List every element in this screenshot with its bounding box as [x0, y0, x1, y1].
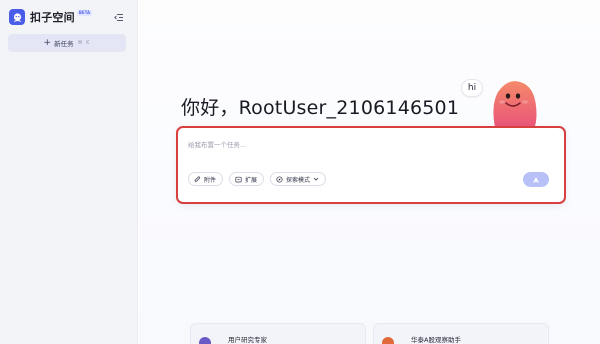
extend-button[interactable]: 扩展 — [229, 172, 265, 186]
plus-icon: + — [43, 37, 52, 48]
explore-mode-icon — [276, 175, 283, 183]
attach-button[interactable]: 附件 — [188, 172, 224, 186]
agent-title: 华泰A股观察助手 — [411, 336, 461, 344]
extension-icon — [235, 176, 242, 182]
app-logo-icon — [9, 9, 25, 25]
mode-select[interactable]: 探索模式 — [270, 172, 327, 186]
extend-label: 扩展 — [245, 176, 258, 184]
new-task-label: 新任务 — [54, 40, 74, 48]
attach-label: 附件 — [204, 176, 217, 184]
composer-toolbar: 附件 扩展 探索模式 — [188, 172, 327, 186]
new-task-shortcut: ⌘ K — [77, 40, 91, 46]
chevron-down-icon — [313, 177, 319, 181]
brand[interactable]: 扣子空间 BETA — [9, 9, 93, 25]
agent-card-a-share-assistant[interactable]: 华泰A股观察助手 — [373, 323, 549, 344]
greeting-title: 你好，RootUser_2106146501 — [181, 97, 460, 119]
send-icon — [533, 176, 539, 183]
new-task-button[interactable]: + 新任务 ⌘ K — [8, 34, 126, 52]
paperclip-icon — [194, 175, 201, 182]
beta-badge: BETA — [76, 10, 93, 16]
sidebar: 扣子空间 BETA + 新任务 ⌘ K — [0, 0, 138, 344]
mascot-illustration — [486, 76, 542, 134]
agent-avatar — [382, 337, 394, 344]
agent-card-user-research[interactable]: 用户研究专家 — [190, 323, 366, 344]
mode-label: 探索模式 — [286, 176, 311, 184]
task-input[interactable] — [188, 138, 548, 152]
mascot-speech-bubble: hi — [461, 79, 483, 97]
agent-title: 用户研究专家 — [228, 336, 267, 344]
task-composer: 附件 扩展 探索模式 — [176, 126, 566, 204]
agent-avatar — [199, 337, 211, 344]
send-button[interactable] — [523, 172, 549, 187]
app-name: 扣子空间 — [30, 11, 75, 24]
collapse-sidebar-icon[interactable] — [113, 11, 125, 23]
